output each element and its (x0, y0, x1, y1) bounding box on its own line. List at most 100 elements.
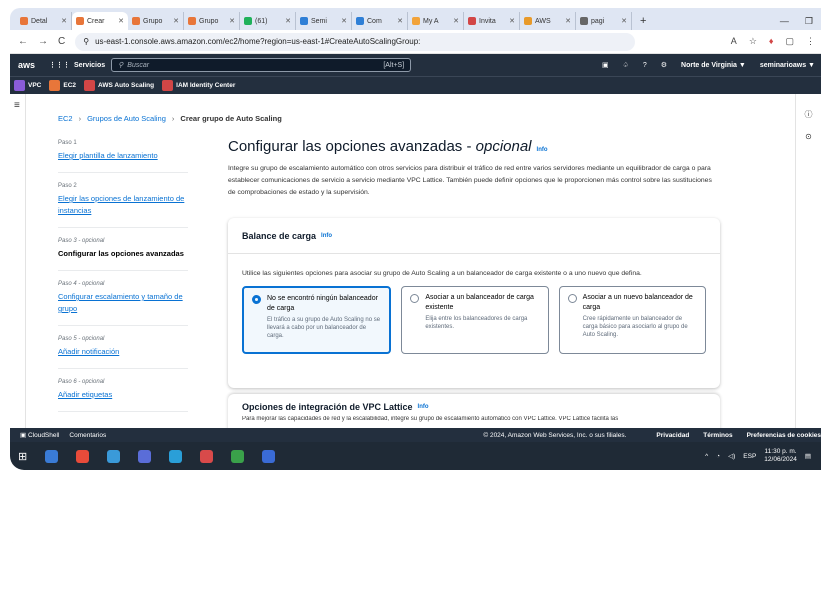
browser-tab[interactable]: Grupo ✕ (128, 12, 184, 30)
browser-tab[interactable]: AWS ✕ (520, 12, 576, 30)
volume-icon[interactable]: ◁) (728, 452, 735, 460)
close-icon[interactable]: ✕ (173, 17, 179, 25)
radio-button[interactable] (252, 295, 261, 304)
hamburger-icon[interactable]: ≡ (14, 100, 20, 111)
browser-tab[interactable]: Semi ✕ (296, 12, 352, 30)
terms-link[interactable]: Términos (703, 432, 732, 439)
forward-icon[interactable]: → (38, 36, 48, 47)
close-icon[interactable]: ✕ (509, 17, 515, 25)
favorite-aws-auto-scaling[interactable]: AWS Auto Scaling (84, 80, 154, 91)
aws-logo[interactable]: aws (10, 61, 43, 70)
tab-label: (61) (255, 17, 268, 25)
account-menu[interactable]: seminarioaws ▼ (760, 62, 815, 69)
breadcrumb-ec2[interactable]: EC2 (58, 114, 73, 123)
taskbar-app-icon[interactable] (45, 449, 59, 463)
search-input[interactable]: ⚲ Buscar [Alt+S] (111, 58, 412, 72)
taskbar-app-icon[interactable] (76, 449, 90, 463)
info-panel-icon[interactable]: ⓘ (796, 104, 821, 126)
browser-tab[interactable]: Grupo ✕ (184, 12, 240, 30)
favorite-ec2[interactable]: EC2 (49, 80, 76, 91)
cloudshell-link[interactable]: ▣ CloudShell (20, 431, 59, 439)
reload-icon[interactable]: C (58, 36, 65, 47)
search-placeholder: Buscar (127, 61, 150, 69)
menu-icon[interactable]: ⋮ (806, 36, 815, 47)
comments-link[interactable]: Comentarios (69, 432, 106, 439)
step-link[interactable]: Añadir notificación (58, 346, 188, 358)
close-icon[interactable]: ✕ (397, 17, 403, 25)
browser-tab[interactable]: Crear ✕ (72, 12, 128, 30)
browser-tab[interactable]: Detal ✕ (16, 12, 72, 30)
taskbar-app-icon[interactable] (169, 449, 183, 463)
browser-tab[interactable]: pagi ✕ (576, 12, 632, 30)
tab-favicon-icon (412, 17, 420, 25)
tab-label: Grupo (199, 17, 219, 25)
taskbar-app-icon[interactable] (107, 449, 121, 463)
load-balancer-option[interactable]: Asociar a un nuevo balanceador de carga C… (558, 286, 706, 354)
region-selector[interactable]: Norte de Virginia ▼ (681, 62, 746, 69)
help-icon[interactable]: ? (643, 62, 647, 69)
step-number: Paso 3 - opcional (58, 238, 105, 244)
close-icon[interactable]: ✕ (565, 17, 571, 25)
close-icon[interactable]: ✕ (453, 17, 459, 25)
taskbar-app-icon[interactable] (200, 449, 214, 463)
puzzle-icon[interactable]: ▢ (785, 36, 794, 47)
privacy-link[interactable]: Privacidad (656, 432, 689, 439)
star-icon[interactable]: ☆ (749, 36, 757, 47)
taskbar-app-icon[interactable] (231, 449, 245, 463)
url-field[interactable]: ⚲ us-east-1.console.aws.amazon.com/ec2/h… (75, 32, 636, 51)
info-link[interactable]: Info (537, 147, 548, 153)
info-link[interactable]: Info (321, 233, 332, 239)
breadcrumb-asg[interactable]: Grupos de Auto Scaling (87, 114, 166, 123)
cloudshell-icon[interactable]: ▣ (602, 61, 609, 69)
step-link[interactable]: Elegir plantilla de lanzamiento (58, 150, 188, 162)
back-icon[interactable]: ← (18, 36, 28, 47)
close-icon[interactable]: ✕ (621, 17, 627, 25)
step-link[interactable]: Configurar escalamiento y tamaño de grup… (58, 291, 188, 315)
taskbar-app-icon[interactable] (262, 449, 276, 463)
favorite-service-icon (84, 80, 96, 91)
feedback-icon[interactable]: ⊙ (796, 126, 821, 148)
favorite-service-icon (49, 80, 61, 91)
extension-icon[interactable]: ♦ (769, 36, 774, 47)
services-label: Servicios (74, 61, 106, 69)
favorite-vpc[interactable]: VPC (14, 80, 41, 91)
language-indicator[interactable]: ESP (743, 453, 756, 460)
services-button[interactable]: ⋮⋮⋮ Servicios (43, 61, 111, 70)
wifi-icon[interactable]: ◔ (716, 453, 720, 460)
clock[interactable]: 11:30 p. m. 12/06/2024 (764, 448, 797, 464)
close-icon[interactable]: ✕ (285, 17, 291, 25)
tab-label: AWS (535, 17, 551, 25)
step-link[interactable]: Elegir las opciones de lanzamiento de in… (58, 193, 188, 217)
option-subtitle: Cree rápidamente un balanceador de carga… (582, 316, 688, 338)
tab-strip: Detal ✕ Crear ✕ Grupo ✕ Grupo ✕ (61) ✕ Semi ✕ Com ✕ My… (10, 8, 821, 30)
translate-icon[interactable]: A (731, 36, 737, 47)
browser-tab[interactable]: Com ✕ (352, 12, 408, 30)
step-link[interactable]: Añadir etiquetas (58, 389, 188, 401)
taskbar-app-icon[interactable] (138, 449, 152, 463)
close-icon[interactable]: ✕ (118, 17, 124, 25)
radio-button[interactable] (410, 294, 420, 303)
minimize-icon[interactable]: — (780, 16, 789, 26)
radio-button[interactable] (567, 294, 577, 303)
browser-tab[interactable]: My A ✕ (408, 12, 464, 30)
favorite-iam-identity-center[interactable]: IAM Identity Center (162, 80, 235, 91)
favorite-label: IAM Identity Center (176, 82, 236, 89)
settings-icon[interactable]: ⚙ (661, 61, 667, 69)
step-link: Configurar las opciones avanzadas (58, 249, 184, 258)
windows-start-icon[interactable]: ⊞ (18, 450, 27, 463)
load-balancer-option[interactable]: No se encontró ningún balanceador de car… (242, 286, 392, 354)
browser-tab[interactable]: (61) ✕ (240, 12, 296, 30)
cookies-link[interactable]: Preferencias de cookies (747, 432, 821, 439)
browser-tab[interactable]: Invita ✕ (464, 12, 520, 30)
close-icon[interactable]: ✕ (229, 17, 235, 25)
close-icon[interactable]: ✕ (61, 17, 67, 25)
restore-icon[interactable]: ❐ (805, 16, 813, 27)
info-link[interactable]: Info (418, 404, 429, 410)
load-balancer-option[interactable]: Asociar a un balanceador de carga existe… (401, 286, 549, 354)
site-info-icon[interactable]: ⚲ (83, 37, 89, 46)
tray-chevron-icon[interactable]: ^ (705, 453, 708, 460)
new-tab-button[interactable]: + (632, 12, 654, 30)
bell-icon[interactable]: ♤ (623, 61, 629, 69)
notification-icon[interactable]: ▤ (805, 452, 811, 460)
close-icon[interactable]: ✕ (341, 17, 347, 25)
